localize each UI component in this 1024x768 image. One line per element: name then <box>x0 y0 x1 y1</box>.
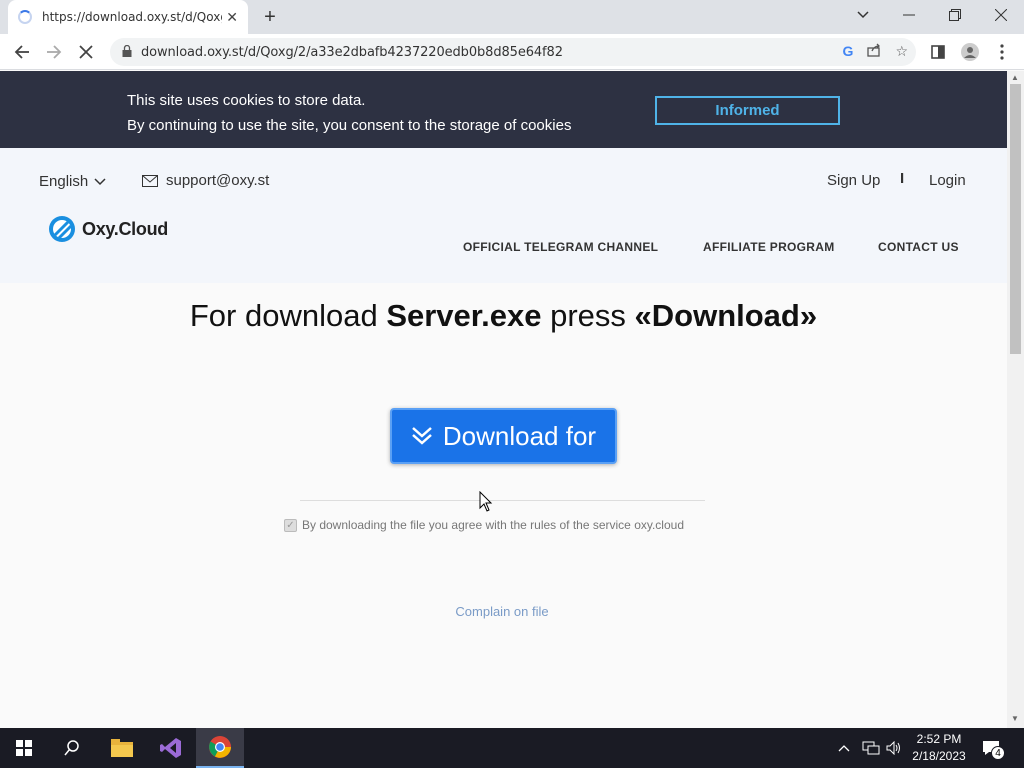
volume-icon[interactable] <box>886 728 902 768</box>
forward-button[interactable] <box>42 40 66 64</box>
visual-studio-button[interactable] <box>147 728 195 768</box>
notification-count: 4 <box>991 746 1005 760</box>
support-email: support@oxy.st <box>166 172 270 189</box>
browser-tab[interactable]: https://download.oxy.st/d/Qoxg/ ✕ <box>8 0 248 34</box>
headline-action: «Download» <box>634 298 818 333</box>
nav-telegram-channel[interactable]: OFFICIAL TELEGRAM CHANNEL <box>463 240 658 254</box>
restore-button[interactable] <box>932 0 978 30</box>
minimize-button[interactable] <box>886 0 932 30</box>
loading-spinner-icon <box>18 10 32 24</box>
tab-search-icon[interactable] <box>840 0 886 30</box>
close-tab-icon[interactable]: ✕ <box>226 9 238 26</box>
side-panel-icon[interactable] <box>926 40 950 64</box>
site-logo[interactable]: Oxy.Cloud <box>48 215 168 243</box>
scrollbar-thumb[interactable] <box>1010 84 1021 354</box>
address-bar[interactable]: download.oxy.st/d/Qoxg/2/a33e2dbafb42372… <box>110 38 916 66</box>
login-link[interactable]: Login <box>929 172 966 189</box>
share-icon[interactable] <box>867 43 881 60</box>
scroll-down-arrow-icon[interactable]: ▼ <box>1011 714 1019 723</box>
system-clock[interactable]: 2:52 PM 2/18/2023 <box>904 731 974 765</box>
show-hidden-icons-button[interactable] <box>838 728 850 768</box>
start-button[interactable] <box>0 728 48 768</box>
download-button-label: Download for <box>442 420 597 451</box>
clock-time: 2:52 PM <box>916 732 962 746</box>
divider <box>300 500 705 501</box>
stop-loading-button[interactable] <box>74 40 98 64</box>
file-explorer-button[interactable] <box>98 728 146 768</box>
url-text: download.oxy.st/d/Qoxg/2/a33e2dbafb42372… <box>141 44 563 60</box>
search-button[interactable] <box>48 728 96 768</box>
agree-text: By downloading the file you agree with t… <box>302 518 684 532</box>
profile-avatar-icon[interactable] <box>958 40 982 64</box>
mouse-cursor-icon <box>479 491 493 512</box>
notifications-button[interactable]: 4 <box>982 728 1005 768</box>
nav-contact-us[interactable]: CONTACT US <box>878 240 959 254</box>
scroll-up-arrow-icon[interactable]: ▲ <box>1011 73 1019 82</box>
agree-checkbox[interactable]: ✓ <box>284 518 297 532</box>
sign-up-link[interactable]: Sign Up <box>827 172 880 189</box>
download-button[interactable]: Download for <box>390 408 617 464</box>
language-label: English <box>39 173 89 190</box>
page-title: For download Server.exe press «Download» <box>0 298 1007 334</box>
browser-toolbar: download.oxy.st/d/Qoxg/2/a33e2dbafb42372… <box>0 34 1024 70</box>
headline-prefix: For download <box>189 298 387 333</box>
cookie-line-2: By continuing to use the site, you conse… <box>127 117 572 134</box>
windows-logo-icon <box>16 740 32 756</box>
cookie-accept-button[interactable]: Informed <box>655 96 840 125</box>
complain-link[interactable]: Complain on file <box>0 604 1004 619</box>
clock-date: 2/18/2023 <box>912 749 966 763</box>
site-header: English support@oxy.st Sign Up I Login O… <box>0 148 1007 283</box>
search-icon <box>64 740 79 756</box>
cookie-line-1: This site uses cookies to store data. <box>127 92 366 109</box>
tab-title: https://download.oxy.st/d/Qoxg/ <box>42 10 222 24</box>
cookie-banner: This site uses cookies to store data. By… <box>0 71 1007 148</box>
logo-text: Oxy.Cloud <box>82 218 168 239</box>
lock-icon[interactable] <box>122 44 132 60</box>
windows-taskbar: 2:52 PM 2/18/2023 4 <box>0 728 1024 768</box>
headline-mid: press <box>541 298 635 333</box>
mail-icon <box>142 174 158 187</box>
menu-kebab-icon[interactable] <box>990 40 1014 64</box>
language-selector[interactable]: English <box>39 173 106 190</box>
chevron-up-icon <box>838 745 850 752</box>
bookmark-star-icon[interactable]: ☆ <box>895 43 908 60</box>
folder-icon <box>111 739 133 757</box>
chrome-icon <box>209 736 231 758</box>
visual-studio-icon <box>160 738 181 758</box>
cookie-text: This site uses cookies to store data. By… <box>127 88 571 138</box>
chrome-button[interactable] <box>196 728 244 768</box>
double-chevron-down-icon <box>412 427 432 445</box>
file-name: Server.exe <box>386 298 542 333</box>
network-icon[interactable] <box>862 728 880 768</box>
back-button[interactable] <box>10 40 34 64</box>
header-separator: I <box>900 170 905 187</box>
page-scrollbar[interactable]: ▲ ▼ <box>1007 71 1024 728</box>
new-tab-button[interactable]: + <box>258 6 282 29</box>
tab-strip: https://download.oxy.st/d/Qoxg/ ✕ + <box>0 0 1024 34</box>
close-window-button[interactable] <box>978 0 1024 30</box>
nav-affiliate-program[interactable]: AFFILIATE PROGRAM <box>703 240 835 254</box>
oxy-cloud-logo-icon <box>49 216 75 242</box>
terms-agreement: ✓ By downloading the file you agree with… <box>284 518 684 532</box>
google-translate-icon[interactable]: G <box>843 43 854 60</box>
chevron-down-icon <box>94 177 106 185</box>
support-email-link[interactable]: support@oxy.st <box>142 172 269 189</box>
